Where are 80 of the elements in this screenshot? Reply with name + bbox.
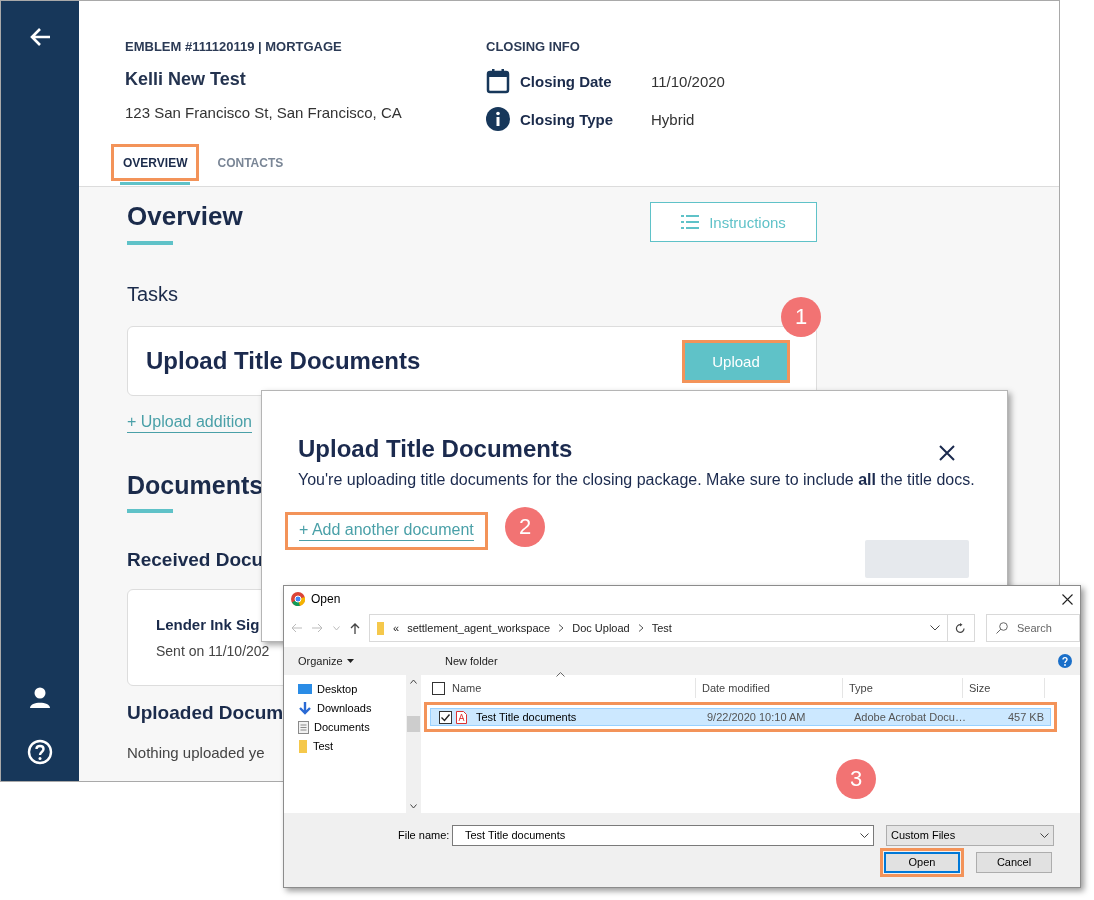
tab-underline [120,182,191,185]
tasks-heading: Tasks [127,283,179,306]
browser-logo-icon [291,592,305,606]
address-bar[interactable]: « settlement_agent_workspace Doc Upload Test [369,614,948,642]
property-address: 123 San Francisco St, San Francisco, CA [125,104,403,121]
nav-item[interactable]: Downloads [298,701,406,715]
loan-label: EMBLEM #111120119 | MORTGAGE [125,39,343,56]
file-type-dropdown[interactable]: Custom Files [886,824,1054,846]
info-value: Hybrid [651,110,695,128]
file-size: 457 KB [1006,711,1045,723]
chevron-down-icon [1040,832,1049,838]
chevron-down-icon [860,832,869,838]
borrower-name: Kelli New Test [125,69,247,90]
checkbox[interactable] [439,710,452,724]
modal-title: Upload Title Documents [298,435,573,463]
open-button[interactable]: Open [884,851,960,873]
up-arrow-icon[interactable] [350,622,360,634]
close-icon[interactable] [1062,593,1073,605]
received-heading: Received Docu [127,549,264,571]
file-name: Test Title documents [476,711,577,723]
breadcrumb[interactable]: Test [651,622,672,634]
column-header[interactable]: Size [969,682,991,694]
document-icon [298,720,309,734]
calendar-icon [486,68,510,94]
new-folder-button[interactable]: New folder [445,655,498,667]
info-value: 11/10/2020 [651,72,725,90]
scrollbar-thumb[interactable] [407,716,420,732]
download-icon [298,701,312,715]
file-row[interactable]: Test Title documents 9/22/2020 10:10 AM Adobe Acrobat Docu… 457 KB [430,708,1051,726]
column-header[interactable]: Date modified [702,682,770,694]
help-icon[interactable] [27,739,53,765]
cancel-button[interactable]: Cancel [976,851,1052,873]
nav-item[interactable]: Test [298,739,406,753]
desktop-icon [298,683,312,695]
folder-icon [298,739,308,753]
info-label: Closing Type [520,110,615,128]
chevron-down-icon[interactable] [929,625,940,631]
title-underline [127,241,173,245]
uploaded-heading: Uploaded Docum [127,702,284,724]
document-name: Lender Ink Sig [156,616,260,633]
empty-message: Nothing uploaded ye [127,744,265,761]
tab[interactable]: CONTACTS [208,147,293,172]
section-title: Documents [127,471,264,500]
dialog-title: Open [311,592,341,606]
search-field[interactable]: Search [986,614,1080,642]
folder-icon [376,621,385,635]
chevron-right-icon [637,624,644,632]
file-date: 9/22/2020 10:10 AM [706,711,807,723]
scroll-up-icon[interactable] [410,679,417,684]
refresh-icon[interactable] [955,622,967,634]
file-name-field[interactable]: Test Title documents [452,824,874,846]
nav-item[interactable]: Documents [298,720,406,734]
sort-caret-icon [556,672,565,677]
chevron-right-icon [558,624,565,632]
list-icon [681,215,700,229]
tab[interactable]: OVERVIEW [114,147,197,172]
nav-item[interactable]: Desktop [298,682,406,696]
file-type: Adobe Acrobat Docu… [853,711,967,723]
sent-date: Sent on 11/10/202 [156,643,270,659]
caret-icon [346,659,354,663]
column-header[interactable]: Type [849,682,873,694]
breadcrumb[interactable]: settlement_agent_workspace [407,622,551,634]
modal-description: You're uploading title documents for the closing package. Make sure to include all the title docs. [298,470,976,490]
organize-menu[interactable]: Organize [298,655,343,667]
select-all-checkbox[interactable] [432,681,445,695]
task-title: Upload Title Documents [146,347,421,375]
close-icon[interactable] [939,445,955,461]
breadcrumb[interactable]: Doc Upload [572,622,630,634]
user-icon[interactable] [29,687,51,709]
scroll-down-icon[interactable] [410,804,417,809]
info-label: Closing Date [520,72,613,90]
file-name-label: File name: [398,829,451,841]
search-icon [996,622,1008,634]
closing-info-heading: CLOSING INFO [486,39,581,56]
column-header[interactable]: Name [452,682,482,694]
title-underline [127,509,173,513]
info-icon [486,107,510,131]
pdf-file-icon [456,710,467,724]
section-title: Overview [127,201,243,232]
path-overflow: « [393,622,400,634]
